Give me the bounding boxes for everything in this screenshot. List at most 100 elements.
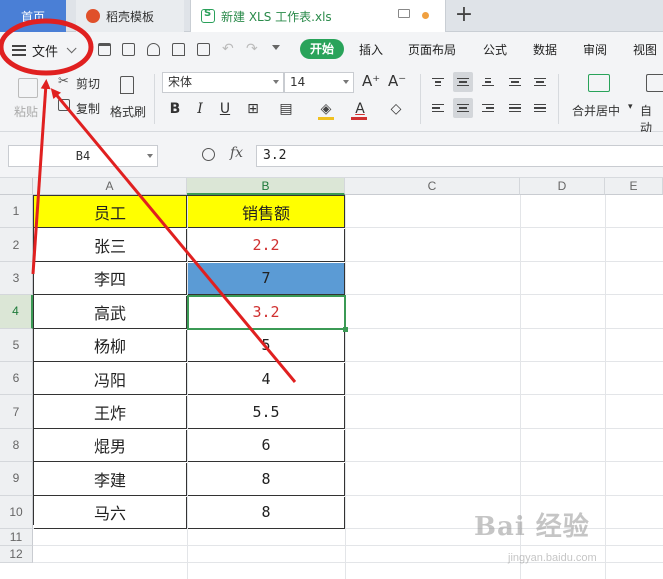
menu-tab-formulas[interactable]: 公式 (483, 41, 507, 58)
formula-input[interactable]: 3.2 (256, 145, 663, 167)
font-color-icon[interactable]: A (350, 99, 370, 119)
open-folder-icon[interactable] (98, 43, 111, 56)
increase-font-button[interactable]: A⁺ (362, 72, 380, 90)
employee-name-cell[interactable]: 冯阳 (34, 363, 187, 396)
sales-value-cell[interactable]: 8 (188, 496, 345, 529)
align-right-icon[interactable] (478, 98, 498, 118)
merge-center-button[interactable]: 合并居中 (572, 102, 620, 119)
sales-value-cell[interactable]: 4 (188, 363, 345, 396)
ribbon-divider (558, 74, 559, 124)
baidu-watermark: Bai 经验 jingyan.baidu.com (474, 500, 654, 570)
employee-name-cell[interactable]: 张三 (34, 229, 187, 262)
tab-templates-label: 稻壳模板 (106, 9, 155, 24)
row-header-4[interactable]: 4 (0, 295, 33, 329)
menu-tab-review[interactable]: 审阅 (583, 41, 607, 58)
copy-button[interactable]: 复制 (76, 100, 100, 117)
align-left-icon[interactable] (428, 98, 448, 118)
undo-icon[interactable]: ↶ (222, 42, 235, 56)
menu-tab-page-layout[interactable]: 页面布局 (408, 41, 456, 58)
sales-value-cell[interactable]: 7 (188, 262, 345, 296)
column-header-d[interactable]: D (520, 178, 605, 195)
print-preview-icon[interactable] (197, 43, 210, 56)
justify-icon[interactable] (505, 98, 525, 118)
employee-name-cell[interactable]: 李建 (34, 463, 187, 496)
table-header-cell[interactable]: 销售额 (188, 196, 345, 229)
italic-button[interactable]: I (190, 99, 210, 119)
indent-increase-icon[interactable] (530, 72, 550, 92)
column-header-b[interactable]: B (187, 178, 345, 195)
indent-decrease-icon[interactable] (505, 72, 525, 92)
row-header-12[interactable]: 12 (0, 546, 33, 563)
bold-button[interactable]: B (165, 99, 185, 119)
row-header-2[interactable]: 2 (0, 228, 33, 262)
name-box[interactable]: B4 (8, 145, 158, 167)
menu-tab-insert[interactable]: 插入 (359, 41, 383, 58)
fill-color-icon[interactable]: ◈ (316, 99, 336, 119)
customize-dropdown-icon[interactable] (272, 45, 280, 50)
distributed-icon[interactable] (530, 98, 550, 118)
align-center-icon[interactable] (453, 98, 473, 118)
sales-value-cell[interactable]: 6 (188, 429, 345, 463)
borders-icon[interactable]: ⊞ (243, 99, 263, 119)
export-icon[interactable] (147, 43, 160, 56)
monitor-icon[interactable] (398, 9, 410, 18)
align-top-icon[interactable] (428, 72, 448, 92)
row-header-3[interactable]: 3 (0, 261, 33, 296)
cell-style-icon[interactable]: ▤ (276, 99, 296, 119)
tab-home[interactable]: 首页 (0, 0, 66, 32)
redo-icon[interactable]: ↷ (246, 42, 259, 56)
row-header-7[interactable]: 7 (0, 395, 33, 429)
chevron-down-icon (343, 80, 349, 84)
format-painter-button[interactable]: 格式刷 (110, 103, 146, 120)
column-header-c[interactable]: C (345, 178, 520, 195)
row-header-6[interactable]: 6 (0, 362, 33, 396)
column-header-e[interactable]: E (605, 178, 663, 195)
file-menu-label: 文件 (32, 44, 59, 60)
employee-name-cell[interactable]: 焜男 (34, 429, 187, 463)
paste-button-label[interactable]: 粘贴 (14, 103, 38, 120)
row-header-8[interactable]: 8 (0, 428, 33, 463)
eraser-icon[interactable]: ◇ (386, 99, 406, 119)
zoom-search-icon[interactable] (202, 148, 215, 161)
row-header-1[interactable]: 1 (0, 195, 33, 229)
font-size-select[interactable]: 14 (284, 72, 354, 93)
menu-tab-data[interactable]: 数据 (533, 41, 557, 58)
decrease-font-button[interactable]: A⁻ (388, 72, 406, 90)
insert-function-button[interactable]: fx (230, 145, 243, 161)
wrap-text-button[interactable]: 自动 (640, 102, 663, 136)
column-header-a[interactable]: A (33, 178, 187, 195)
row-header-9[interactable]: 9 (0, 462, 33, 496)
file-menu-button[interactable]: 文件 (12, 41, 77, 60)
select-all-corner[interactable] (0, 178, 33, 195)
new-tab-button[interactable]: + (452, 4, 476, 28)
merge-cells-icon[interactable] (588, 74, 610, 92)
underline-button[interactable]: U (215, 99, 235, 119)
align-middle-icon[interactable] (453, 72, 473, 92)
sales-value-cell[interactable]: 5 (188, 329, 345, 362)
employee-name-cell[interactable]: 马六 (34, 496, 187, 529)
menu-tab-view[interactable]: 视图 (633, 41, 657, 58)
tab-templates[interactable]: 稻壳模板 (76, 0, 184, 32)
row-header-11[interactable]: 11 (0, 529, 33, 546)
employee-name-cell[interactable]: 杨柳 (34, 329, 187, 362)
employee-name-cell[interactable]: 高武 (34, 296, 187, 329)
print-icon[interactable] (172, 43, 185, 56)
paste-icon[interactable] (18, 78, 38, 98)
sales-value-cell[interactable]: 8 (188, 463, 345, 496)
employee-name-cell[interactable]: 李四 (34, 262, 187, 296)
align-bottom-icon[interactable] (478, 72, 498, 92)
watermark-url: jingyan.baidu.com (508, 552, 597, 564)
font-name-select[interactable]: 宋体 (162, 72, 284, 93)
sales-value-cell[interactable]: 5.5 (188, 396, 345, 429)
employee-name-cell[interactable]: 王炸 (34, 396, 187, 429)
chevron-down-icon (273, 80, 279, 84)
cut-button[interactable]: 剪切 (76, 75, 100, 92)
row-header-10[interactable]: 10 (0, 495, 33, 529)
wrap-text-icon[interactable] (646, 74, 663, 92)
menu-tab-start[interactable]: 开始 (300, 39, 344, 59)
save-icon[interactable] (122, 43, 135, 56)
fill-handle[interactable] (343, 326, 348, 332)
table-header-cell[interactable]: 员工 (34, 196, 187, 229)
row-header-5[interactable]: 5 (0, 328, 33, 362)
sales-value-cell[interactable]: 2.2 (188, 229, 345, 262)
